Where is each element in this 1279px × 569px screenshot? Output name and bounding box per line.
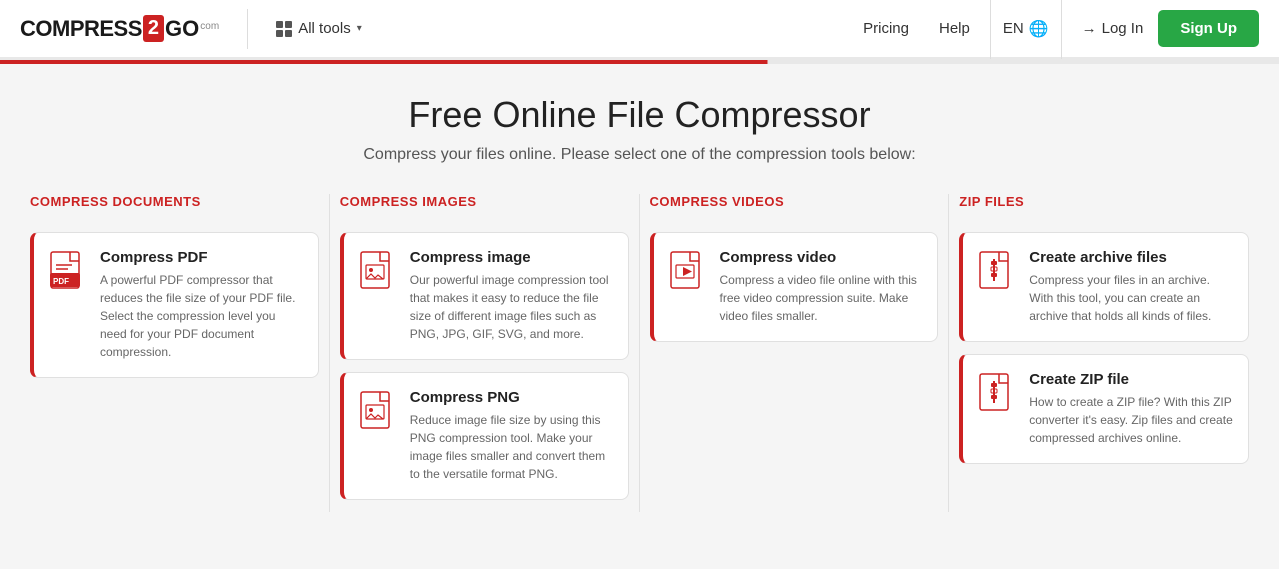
main-content: Free Online File Compressor Compress you… (0, 64, 1279, 532)
help-link[interactable]: Help (939, 20, 970, 37)
header-divider (247, 9, 248, 49)
language-button[interactable]: EN 🌐 (990, 0, 1062, 59)
lang-label: EN (1003, 20, 1024, 37)
tool-desc-compress-png: Reduce image file size by using this PNG… (410, 411, 614, 483)
tool-title-compress-pdf: Compress PDF (100, 249, 304, 266)
tool-info-compress-pdf: Compress PDF A powerful PDF compressor t… (100, 249, 304, 361)
login-arrow-icon: → (1082, 20, 1097, 37)
tool-card-create-zip[interactable]: Create ZIP file How to create a ZIP file… (959, 354, 1249, 464)
grid-icon (276, 21, 292, 37)
svg-text:PDF: PDF (53, 277, 69, 286)
column-zip: ZIP FILES Create archive files Compress … (949, 194, 1259, 512)
tool-title-compress-video: Compress video (720, 249, 924, 266)
tool-columns: COMPRESS DOCUMENTS PDF Compress PDF A po… (20, 194, 1259, 512)
all-tools-label: All tools (298, 20, 351, 37)
zip-icon-1 (977, 249, 1017, 297)
tool-desc-compress-video: Compress a video file online with this f… (720, 271, 924, 325)
column-images-header: COMPRESS IMAGES (340, 194, 629, 217)
tool-card-create-archive[interactable]: Create archive files Compress your files… (959, 232, 1249, 342)
signup-button[interactable]: Sign Up (1158, 10, 1259, 47)
tool-card-compress-png[interactable]: Compress PNG Reduce image file size by u… (340, 372, 629, 500)
auth-area: → Log In Sign Up (1082, 10, 1259, 47)
tool-info-compress-png: Compress PNG Reduce image file size by u… (410, 389, 614, 483)
tool-title-create-archive: Create archive files (1029, 249, 1234, 266)
tool-desc-create-zip: How to create a ZIP file? With this ZIP … (1029, 393, 1234, 447)
logo[interactable]: COMPRESS 2 GO com (20, 15, 219, 42)
tool-title-compress-image: Compress image (410, 249, 614, 266)
login-label: Log In (1102, 20, 1144, 37)
tool-card-compress-image[interactable]: Compress image Our powerful image compre… (340, 232, 629, 360)
tool-desc-create-archive: Compress your files in an archive. With … (1029, 271, 1234, 325)
tool-card-compress-pdf[interactable]: PDF Compress PDF A powerful PDF compress… (30, 232, 319, 378)
pdf-icon: PDF (48, 249, 88, 297)
tool-title-compress-png: Compress PNG (410, 389, 614, 406)
tool-card-compress-video[interactable]: Compress video Compress a video file onl… (650, 232, 939, 342)
all-tools-button[interactable]: All tools ▾ (266, 14, 372, 43)
logo-part2: 2 (143, 15, 164, 42)
tool-info-compress-video: Compress video Compress a video file onl… (720, 249, 924, 325)
column-images: COMPRESS IMAGES Compress image Our power… (330, 194, 640, 512)
logo-part3: GO (165, 16, 199, 42)
column-zip-header: ZIP FILES (959, 194, 1249, 217)
img-icon-2 (358, 389, 398, 437)
column-videos: COMPRESS VIDEOS Compress video Compress … (640, 194, 950, 512)
img-icon-1 (358, 249, 398, 297)
chevron-down-icon: ▾ (357, 23, 362, 34)
vid-icon (668, 249, 708, 297)
logo-part1: COMPRESS (20, 16, 142, 42)
column-documents-header: COMPRESS DOCUMENTS (30, 194, 319, 217)
page-title: Free Online File Compressor (20, 94, 1259, 136)
tool-desc-compress-pdf: A powerful PDF compressor that reduces t… (100, 271, 304, 361)
tool-title-create-zip: Create ZIP file (1029, 371, 1234, 388)
pricing-link[interactable]: Pricing (863, 20, 909, 37)
logo-suffix: com (200, 21, 219, 32)
tool-info-create-zip: Create ZIP file How to create a ZIP file… (1029, 371, 1234, 447)
tool-info-create-archive: Create archive files Compress your files… (1029, 249, 1234, 325)
tool-info-compress-image: Compress image Our powerful image compre… (410, 249, 614, 343)
header: COMPRESS 2 GO com All tools ▾ Pricing He… (0, 0, 1279, 60)
page-subtitle: Compress your files online. Please selec… (20, 146, 1259, 164)
zip-icon-2 (977, 371, 1017, 419)
tool-desc-compress-image: Our powerful image compression tool that… (410, 271, 614, 343)
column-documents: COMPRESS DOCUMENTS PDF Compress PDF A po… (20, 194, 330, 512)
globe-icon: 🌐 (1029, 19, 1049, 39)
header-nav: Pricing Help (863, 20, 970, 37)
login-button[interactable]: → Log In (1082, 20, 1144, 37)
column-videos-header: COMPRESS VIDEOS (650, 194, 939, 217)
